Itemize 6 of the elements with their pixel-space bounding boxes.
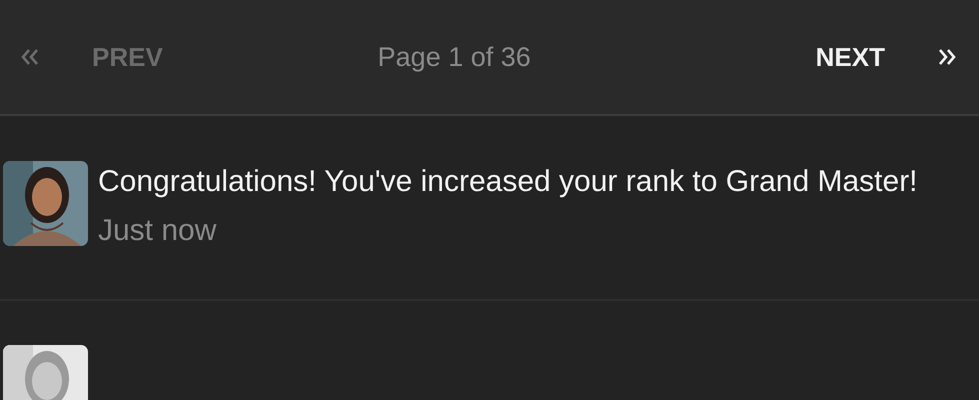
notification-time: Just now xyxy=(98,213,218,249)
double-chevron-left-icon xyxy=(20,47,40,67)
next-button[interactable]: NEXT xyxy=(816,42,957,72)
page-indicator: Page 1 of 36 xyxy=(376,42,532,72)
notification-message: Congratulations! You've increased your rank to Grand Master! xyxy=(98,164,918,200)
double-chevron-right-icon xyxy=(937,47,957,67)
